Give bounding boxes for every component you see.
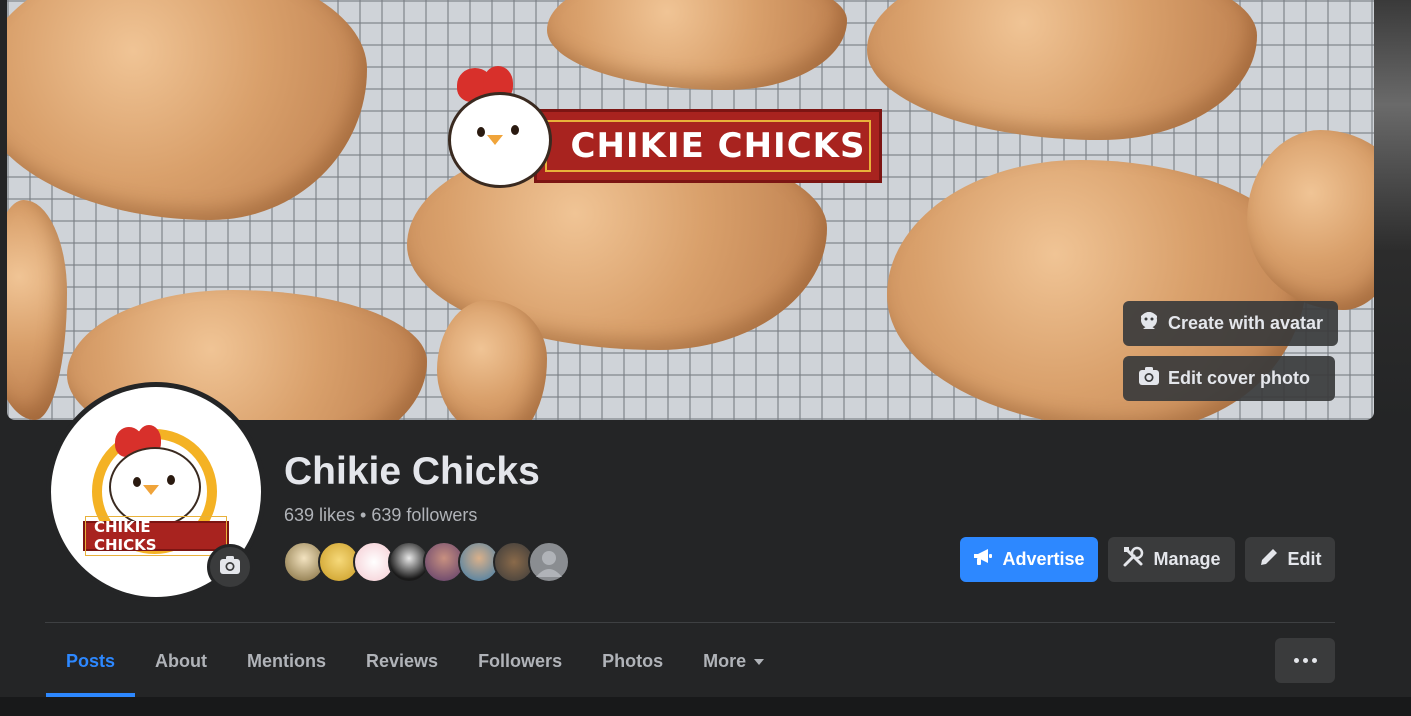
camera-icon: [1138, 366, 1160, 391]
more-options-button[interactable]: [1275, 638, 1335, 683]
edit-button[interactable]: Edit: [1245, 537, 1335, 582]
edit-cover-photo-button[interactable]: Edit cover photo: [1123, 356, 1335, 401]
profile-tabs: Posts About Mentions Reviews Followers P…: [46, 626, 784, 697]
likes-followers-count[interactable]: 639 likes • 639 followers: [284, 505, 477, 526]
chicken-piece: [867, 0, 1257, 140]
cover-logo-text: CHIKIE CHICKS: [545, 120, 871, 172]
chicken-piece: [547, 0, 847, 90]
chicken-piece: [437, 300, 547, 420]
tab-label: Posts: [66, 651, 116, 671]
header-divider: [45, 622, 1335, 623]
tab-photos[interactable]: Photos: [582, 626, 683, 697]
camera-icon: [219, 555, 241, 580]
advertise-button[interactable]: Advertise: [960, 537, 1098, 582]
ellipsis-icon: [1293, 658, 1317, 663]
pencil-icon: [1259, 547, 1279, 572]
scroll-gutter: [1374, 0, 1411, 420]
tab-mentions[interactable]: Mentions: [227, 626, 346, 697]
tab-more[interactable]: More: [683, 626, 784, 697]
tab-label: More: [703, 651, 747, 671]
advertise-label: Advertise: [1002, 549, 1085, 569]
page-title: Chikie Chicks: [284, 450, 540, 493]
manage-label: Manage: [1153, 549, 1221, 569]
caret-down-icon: [754, 658, 765, 665]
tab-label: Mentions: [247, 651, 327, 671]
edit-cover-photo-label: Edit cover photo: [1168, 368, 1311, 388]
tab-reviews[interactable]: Reviews: [346, 626, 458, 697]
megaphone-icon: [973, 548, 993, 571]
chick-mascot-icon: [448, 92, 552, 188]
avatar-face-icon: [1138, 310, 1160, 337]
manage-button[interactable]: Manage: [1108, 537, 1235, 582]
chicken-piece: [7, 0, 367, 220]
edit-label: Edit: [1287, 549, 1322, 569]
tab-label: About: [155, 651, 208, 671]
tab-about[interactable]: About: [135, 626, 227, 697]
update-profile-picture-button[interactable]: [207, 544, 253, 590]
tab-label: Reviews: [366, 651, 439, 671]
follower-avatar-placeholder[interactable]: [528, 541, 570, 583]
tab-label: Photos: [602, 651, 664, 671]
create-with-avatar-button[interactable]: Create with avatar: [1123, 301, 1339, 346]
create-with-avatar-label: Create with avatar: [1168, 313, 1324, 333]
chicken-piece: [7, 200, 67, 420]
tab-label: Followers: [478, 651, 563, 671]
tab-posts[interactable]: Posts: [46, 626, 136, 697]
avatar-logo-text: CHIKIE CHICKS: [85, 516, 227, 556]
tools-icon: [1122, 546, 1144, 573]
chick-mascot-icon: [109, 447, 201, 527]
avatar-logo-banner: CHIKIE CHICKS: [83, 516, 229, 556]
cover-logo-banner: CHIKIE CHICKS: [534, 109, 882, 183]
tab-followers[interactable]: Followers: [458, 626, 582, 697]
cover-photo: CHIKIE CHICKS Create with avatar Edit co…: [7, 0, 1374, 420]
